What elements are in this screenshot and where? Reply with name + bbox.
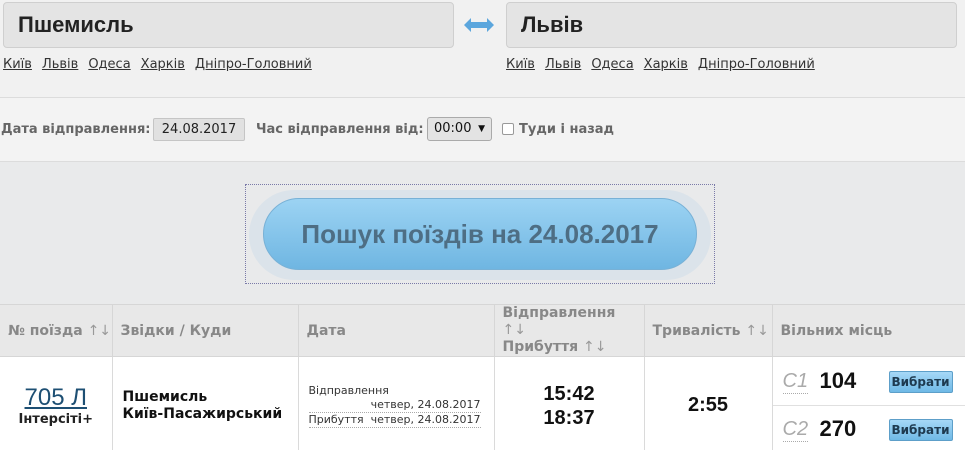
time-select-value: 00:00: [434, 121, 472, 136]
seat-class-row: С2 270 Вибрати: [773, 406, 965, 450]
seat-count: 104: [819, 367, 857, 393]
duration-cell: 2:55: [644, 356, 773, 450]
quick-to-links: Київ Львів Одеса Харків Дніпро-Головний: [506, 57, 825, 72]
trains-table: № поїзда ↑↓ Звідки / Куди Дата Відправле…: [0, 304, 965, 450]
quick-to-lviv[interactable]: Львів: [545, 57, 581, 72]
dropdown-arrow-icon: ▼: [478, 124, 485, 134]
search-trains-button[interactable]: Пошук поїздів на 24.08.2017: [263, 198, 697, 270]
header-train-number[interactable]: № поїзда ↑↓: [0, 304, 113, 357]
route-from: Пшемисль: [122, 388, 208, 405]
header-depart-arrive[interactable]: Відправлення ↑↓ Прибуття ↑↓: [494, 304, 645, 357]
arrive-date-row: Прибуття четвер, 24.08.2017: [308, 412, 481, 428]
train-number-cell: 705 Л Інтерсіті+: [0, 356, 113, 450]
time-select[interactable]: 00:00 ▼: [427, 117, 492, 141]
to-station-input[interactable]: Львів: [506, 2, 957, 48]
route-cell: Пшемисль Київ-Пасажирський: [112, 356, 299, 450]
arrive-date-value: четвер, 24.08.2017: [370, 412, 481, 426]
seats-cell: С1 104 Вибрати С2 270 Вибрати: [772, 356, 965, 450]
depart-date-row: Відправлення четвер, 24.08.2017: [308, 383, 481, 413]
quick-from-odesa[interactable]: Одеса: [88, 57, 130, 72]
quick-from-kharkiv[interactable]: Харків: [141, 57, 185, 72]
seat-class: С2: [782, 417, 809, 442]
depart-date-value: четвер, 24.08.2017: [370, 397, 481, 411]
roundtrip-label[interactable]: Туди і назад: [519, 122, 614, 137]
sort-icon: ↑↓: [745, 322, 769, 339]
table-header-row: № поїзда ↑↓ Звідки / Куди Дата Відправле…: [0, 304, 965, 357]
quick-from-links: Київ Львів Одеса Харків Дніпро-Головний: [3, 57, 322, 72]
from-station-input[interactable]: Пшемисль: [3, 2, 454, 48]
quick-to-kyiv[interactable]: Київ: [506, 57, 535, 72]
quick-from-kyiv[interactable]: Київ: [3, 57, 32, 72]
roundtrip-checkbox[interactable]: [502, 123, 514, 135]
header-duration[interactable]: Тривалість ↑↓: [644, 304, 773, 357]
choose-c1-button[interactable]: Вибрати: [888, 370, 953, 393]
depart-date-label: Відправлення: [308, 383, 389, 397]
header-date: Дата: [298, 304, 495, 357]
seat-class-row: С1 104 Вибрати: [772, 358, 965, 406]
sort-icon: ↑↓: [87, 322, 112, 339]
sort-icon: ↑↓: [583, 339, 607, 355]
date-label: Дата відправлення:: [1, 122, 151, 137]
header-seats: Вільних місць: [772, 304, 965, 357]
quick-from-dnipro[interactable]: Дніпро-Головний: [195, 57, 312, 72]
arrive-date-label: Прибуття: [308, 412, 364, 426]
quick-to-odesa[interactable]: Одеса: [591, 57, 633, 72]
date-input[interactable]: 24.08.2017: [153, 118, 245, 141]
times-cell: 15:42 18:37: [494, 356, 645, 450]
dates-cell: Відправлення четвер, 24.08.2017 Прибуття…: [298, 356, 495, 450]
search-area: Пошук поїздів на 24.08.2017: [0, 162, 965, 304]
station-panel: Пшемисль Львів Київ Львів Одеса Харків Дніпр…: [0, 0, 965, 98]
arrive-time: 18:37: [543, 406, 595, 429]
header-route: Звідки / Куди: [112, 304, 299, 357]
seat-count: 270: [819, 415, 857, 441]
depart-time: 15:42: [543, 382, 595, 405]
quick-to-kharkiv[interactable]: Харків: [644, 57, 688, 72]
choose-c2-button[interactable]: Вибрати: [888, 418, 953, 441]
time-label: Час відправлення від:: [256, 122, 424, 137]
sort-icon: ↑↓: [502, 322, 526, 338]
date-panel: Дата відправлення: 24.08.2017 Час відпра…: [0, 98, 965, 162]
table-row: 705 Л Інтерсіті+ Пшемисль Київ-Пасажирсь…: [0, 356, 965, 450]
train-type: Інтерсіті+: [18, 412, 94, 428]
route-to: Київ-Пасажирський: [122, 405, 283, 422]
quick-from-lviv[interactable]: Львів: [42, 57, 78, 72]
quick-to-dnipro[interactable]: Дніпро-Головний: [698, 57, 815, 72]
swap-stations-icon[interactable]: [462, 14, 496, 36]
seat-class: С1: [782, 369, 809, 394]
train-number-link[interactable]: 705 Л: [0, 384, 112, 412]
